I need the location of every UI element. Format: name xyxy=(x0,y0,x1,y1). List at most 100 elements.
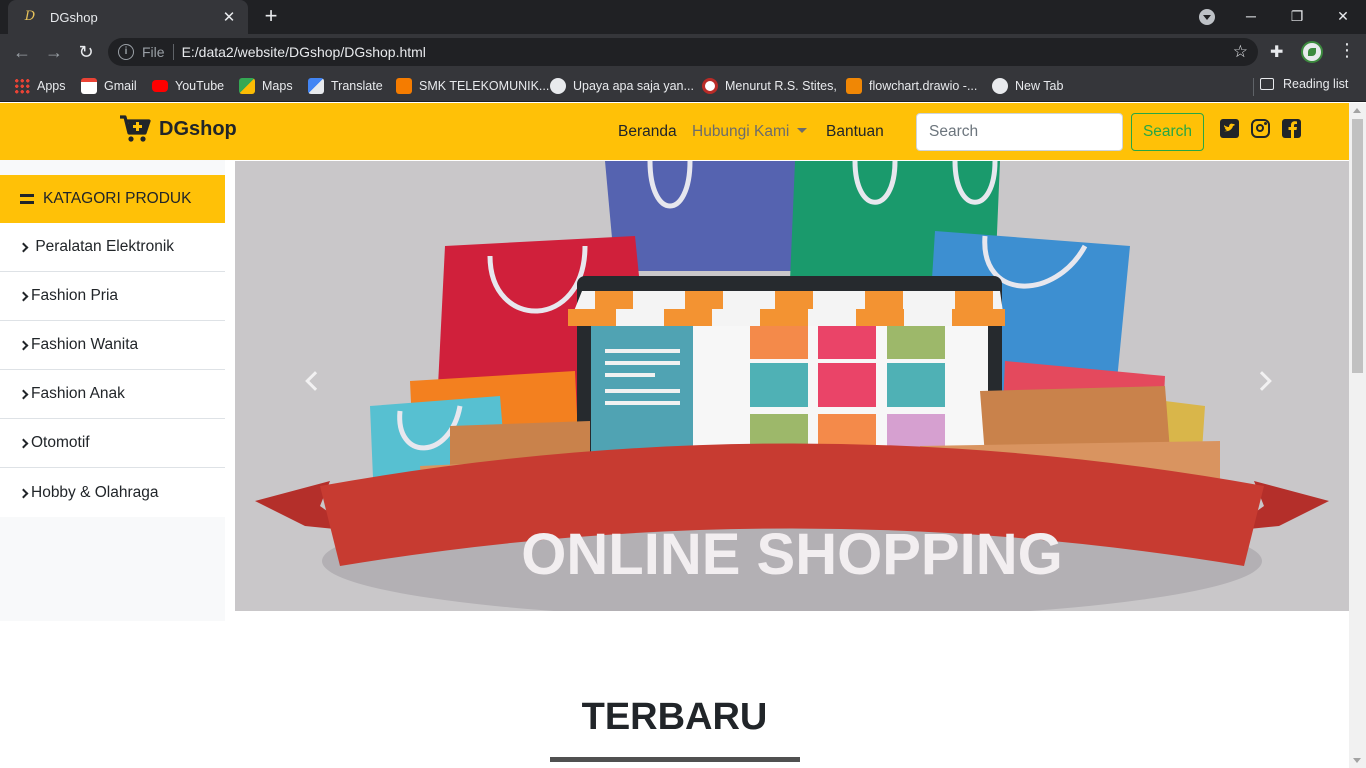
bars-icon xyxy=(20,194,34,204)
banner-carousel: ONLINE SHOPPING xyxy=(235,161,1349,611)
bookmark-label: flowchart.drawio -... xyxy=(869,79,978,93)
bookmark-quora[interactable]: Menurut R.S. Stites, xyxy=(702,77,837,95)
minimize-icon[interactable]: ─ xyxy=(1228,0,1274,34)
category-item-hobby-olahraga[interactable]: Hobby & Olahraga xyxy=(0,468,225,517)
profile-avatar[interactable] xyxy=(1301,41,1323,63)
category-item-label: Hobby & Olahraga xyxy=(31,483,159,501)
instagram-icon[interactable] xyxy=(1251,119,1270,138)
tab-search-icon[interactable] xyxy=(1199,9,1215,25)
bookmark-label: Maps xyxy=(262,79,293,93)
bookmark-label: SMK TELEKOMUNIK... xyxy=(419,79,550,93)
search-input[interactable] xyxy=(916,113,1123,151)
browser-tab[interactable]: D DGshop ✕ xyxy=(8,0,248,34)
url-text[interactable]: E:/data2/website/DGshop/DGshop.html xyxy=(182,44,1233,60)
nav-hubungi-kami-label: Hubungi Kami xyxy=(692,123,790,140)
url-scheme: File xyxy=(142,44,165,60)
bookmark-label: YouTube xyxy=(175,79,225,93)
apps-grid-icon xyxy=(14,78,30,94)
bookmark-label: New Tab xyxy=(1015,79,1064,93)
nav-hubungi-kami-dropdown[interactable]: Hubungi Kami xyxy=(692,123,808,141)
chevron-right-icon xyxy=(18,242,29,253)
nav-beranda[interactable]: Beranda xyxy=(618,123,677,141)
reading-list-icon xyxy=(1260,78,1274,90)
category-item-fashion-anak[interactable]: Fashion Anak xyxy=(0,370,225,419)
caret-down-icon xyxy=(797,128,808,133)
new-tab-button[interactable]: + xyxy=(258,4,284,30)
maps-icon xyxy=(239,78,255,94)
gmail-icon xyxy=(81,78,97,94)
omnibox-divider xyxy=(172,44,174,60)
info-icon[interactable]: i xyxy=(118,44,134,60)
scroll-up-icon[interactable] xyxy=(1353,108,1361,113)
bookmark-maps[interactable]: Maps xyxy=(239,77,293,95)
globe-icon xyxy=(550,78,566,94)
twitter-icon[interactable] xyxy=(1220,119,1239,138)
reading-list-button[interactable]: Reading list xyxy=(1260,77,1348,91)
chevron-right-icon xyxy=(18,340,29,351)
scrollbar-thumb[interactable] xyxy=(1352,119,1363,373)
close-tab-icon[interactable]: ✕ xyxy=(220,8,238,26)
chevron-right-icon xyxy=(18,488,29,498)
bookmark-newtab[interactable]: New Tab xyxy=(992,77,1063,95)
brand-name: DGshop xyxy=(159,117,237,140)
bookmark-label: Translate xyxy=(331,79,383,93)
window-close-icon[interactable]: ✕ xyxy=(1320,0,1366,34)
facebook-icon[interactable] xyxy=(1282,119,1301,138)
category-item-otomotif[interactable]: Otomotif xyxy=(0,419,225,468)
extensions-icon[interactable]: ✚ xyxy=(1270,42,1283,62)
bookmark-label: Apps xyxy=(37,79,66,93)
chevron-right-icon xyxy=(18,291,29,302)
drawio-icon xyxy=(846,78,862,94)
reload-icon[interactable]: ↻ xyxy=(74,40,98,64)
chevron-right-icon xyxy=(18,438,29,449)
online-shopping-illustration: ONLINE SHOPPING xyxy=(255,161,1329,611)
menu-icon[interactable]: ⋮ xyxy=(1338,40,1356,61)
category-heading-label: KATAGORI PRODUK xyxy=(43,190,192,207)
brand-link[interactable]: DGshop xyxy=(119,115,237,143)
banner-text: ONLINE SHOPPING xyxy=(521,522,1062,587)
category-heading: KATAGORI PRODUK xyxy=(0,175,225,223)
bookmark-smk[interactable]: SMK TELEKOMUNIK... xyxy=(396,77,549,95)
browser-toolbar: ← → ↻ i File E:/data2/website/DGshop/DGs… xyxy=(0,34,1366,70)
bookmark-translate[interactable]: Translate xyxy=(308,77,383,95)
bookmark-youtube[interactable]: YouTube xyxy=(152,77,224,95)
bookmark-label: Upaya apa saja yan... xyxy=(573,79,694,93)
restore-icon[interactable]: ❐ xyxy=(1274,0,1320,34)
bookmark-apps[interactable]: Apps xyxy=(14,77,66,95)
web-page: DGshop Beranda Hubungi Kami Bantuan Sear… xyxy=(0,103,1349,768)
category-item-label: Fashion Anak xyxy=(31,385,125,402)
back-icon[interactable]: ← xyxy=(10,40,34,64)
translate-icon xyxy=(308,78,324,94)
category-sidebar: KATAGORI PRODUK Peralatan Elektronik Fas… xyxy=(0,160,225,621)
section-underline xyxy=(550,757,800,762)
nav-bantuan[interactable]: Bantuan xyxy=(826,123,884,141)
smk-icon xyxy=(396,78,412,94)
site-favicon-icon: D xyxy=(24,9,36,24)
category-item-fashion-pria[interactable]: Fashion Pria xyxy=(0,272,225,321)
globe-icon xyxy=(992,78,1008,94)
forward-icon[interactable]: → xyxy=(42,40,66,64)
category-item-label: Peralatan Elektronik xyxy=(35,238,175,255)
tab-title: DGshop xyxy=(50,9,98,25)
chevron-right-icon xyxy=(18,389,29,400)
address-bar[interactable]: i File E:/data2/website/DGshop/DGshop.ht… xyxy=(108,38,1258,66)
section-title: TERBARU xyxy=(581,696,768,738)
bookmark-gmail[interactable]: Gmail xyxy=(81,77,137,95)
reading-list-label: Reading list xyxy=(1283,77,1349,91)
category-item-peralatan-elektronik[interactable]: Peralatan Elektronik xyxy=(0,223,225,272)
scroll-down-icon[interactable] xyxy=(1353,758,1361,763)
bookmarks-divider xyxy=(1253,78,1254,96)
star-icon[interactable]: ☆ xyxy=(1233,42,1248,62)
category-item-fashion-wanita[interactable]: Fashion Wanita xyxy=(0,321,225,370)
category-item-label: Fashion Pria xyxy=(31,287,119,304)
page-scrollbar[interactable] xyxy=(1349,103,1366,768)
bookmark-drawio[interactable]: flowchart.drawio -... xyxy=(846,77,977,95)
bookmarks-bar: Apps Gmail YouTube Maps Translate SMK TE… xyxy=(0,70,1366,102)
search-button[interactable]: Search xyxy=(1131,113,1204,151)
bookmark-label: Gmail xyxy=(104,79,137,93)
bookmark-label: Menurut R.S. Stites, xyxy=(725,79,837,93)
quora-icon xyxy=(702,78,718,94)
category-item-label: Fashion Wanita xyxy=(31,336,139,353)
bookmark-upaya[interactable]: Upaya apa saja yan... xyxy=(550,77,694,95)
shopping-cart-icon xyxy=(120,115,151,142)
